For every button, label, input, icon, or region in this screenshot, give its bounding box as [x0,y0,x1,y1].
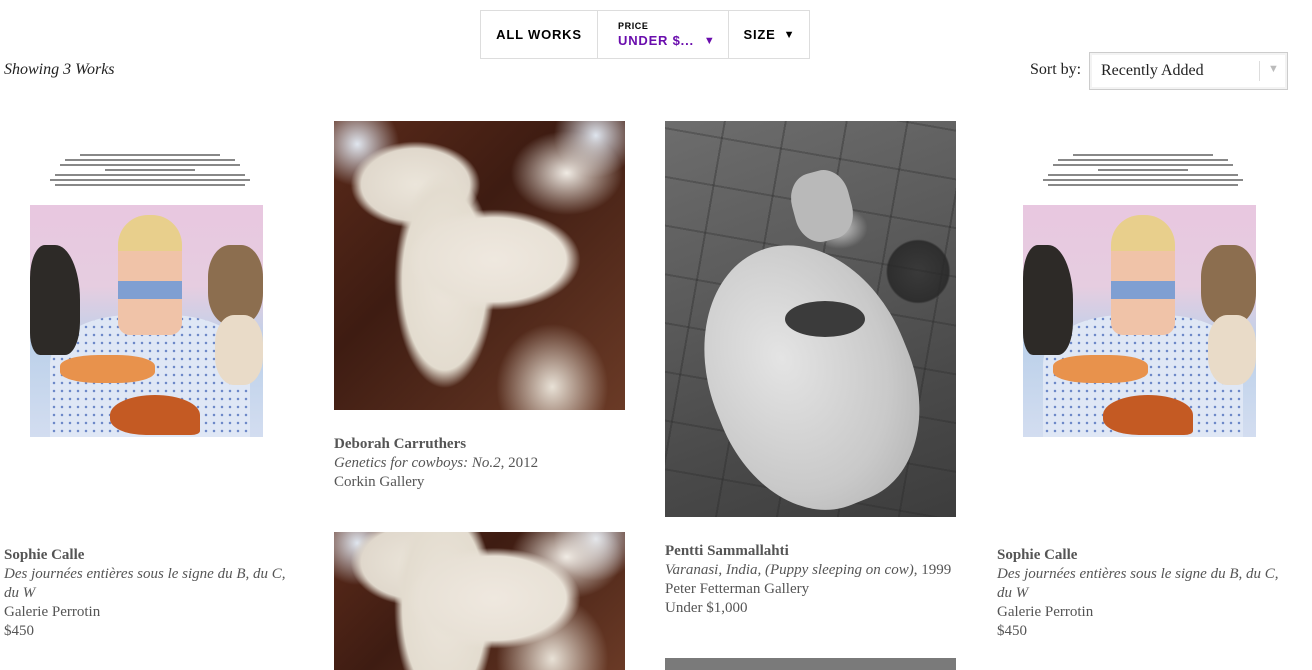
artwork-caption: Sophie Calle Des journées entières sous … [997,546,1297,641]
price-label: PRICE [618,21,649,31]
artwork-title[interactable]: Des journées entières sous le signe du B… [4,565,304,603]
size-label: SIZE [743,27,776,42]
artwork-caption: Sophie Calle Des journées entières sous … [4,546,304,641]
results-count: Showing 3 Works [4,61,115,78]
artwork-text-lines [44,151,256,189]
all-works-filter[interactable]: ALL WORKS [481,11,598,58]
artwork-price: $450 [997,623,1027,639]
artwork-photo [1023,205,1256,437]
gallery-name[interactable]: Galerie Perrotin [4,603,304,622]
artwork-price: Under $1,000 [665,600,748,616]
sort-label: Sort by: [1030,61,1082,78]
artwork-image-carruthers[interactable] [334,121,625,410]
all-works-label: ALL WORKS [496,27,582,42]
artwork-image-next[interactable] [665,658,956,670]
sort-select[interactable]: Recently Added ▼ [1089,52,1288,90]
size-filter[interactable]: SIZE ▼ [729,11,809,58]
artist-name[interactable]: Sophie Calle [997,546,1297,565]
artist-name[interactable]: Sophie Calle [4,546,304,565]
gallery-name[interactable]: Corkin Gallery [334,473,634,492]
artwork-price: $450 [4,623,34,639]
gallery-name[interactable]: Galerie Perrotin [997,603,1297,622]
artwork-text-lines [1037,151,1249,189]
artwork-image-next[interactable] [334,532,625,670]
artwork-photo [30,205,263,437]
filter-bar: ALL WORKS PRICE UNDER $... ▼ SIZE ▼ [480,10,810,59]
price-filter[interactable]: PRICE UNDER $... ▼ [598,11,729,58]
sort-divider [1259,61,1260,81]
artwork-year: , 1999 [913,562,952,578]
artwork-title[interactable]: Varanasi, India, (Puppy sleeping on cow) [665,562,914,578]
artist-name[interactable]: Pentti Sammallahti [665,542,965,561]
artwork-title[interactable]: Genetics for cowboys: No.2 [334,455,501,471]
artwork-image-calle-2[interactable] [997,121,1281,451]
price-value: UNDER $... [618,33,694,48]
artwork-year: , 2012 [500,455,539,471]
caret-down-icon: ▼ [703,34,715,47]
sort-value: Recently Added [1101,62,1204,79]
artist-name[interactable]: Deborah Carruthers [334,435,634,454]
artwork-title[interactable]: Des journées entières sous le signe du B… [997,565,1297,603]
gallery-name[interactable]: Peter Fetterman Gallery [665,580,965,599]
artwork-caption: Pentti Sammallahti Varanasi, India, (Pup… [665,542,965,618]
artwork-image-calle-1[interactable] [4,121,288,451]
caret-down-icon: ▼ [783,28,795,41]
artwork-caption: Deborah Carruthers Genetics for cowboys:… [334,435,634,492]
caret-down-icon: ▼ [1268,63,1279,75]
artwork-image-sammallahti[interactable] [665,121,956,517]
